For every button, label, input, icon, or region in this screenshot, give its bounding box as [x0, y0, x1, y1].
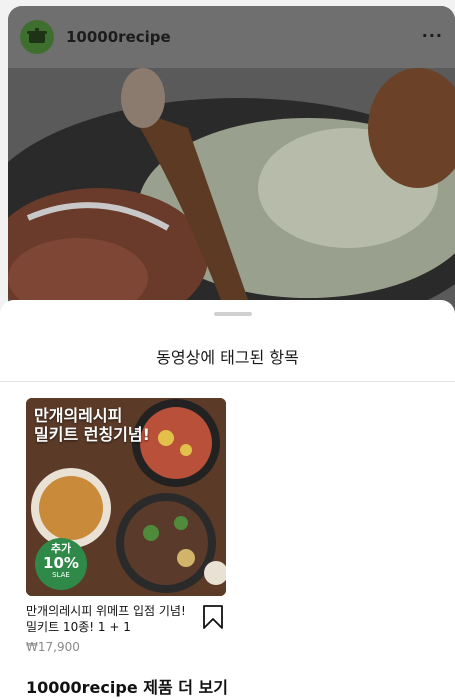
tagged-product[interactable]: 만개의레시피 밀키트 런칭기념! 추가 10% SLAE 만개의레시피 위메프 … [26, 398, 226, 654]
more-options-icon[interactable]: ··· [422, 26, 443, 45]
bookmark-icon[interactable] [201, 604, 225, 630]
promo-overlay-text: 만개의레시피 밀키트 런칭기념! [34, 406, 150, 444]
product-title[interactable]: 만개의레시피 위메프 입점 기념! 밀키트 10종! 1 + 1 [26, 603, 194, 635]
post-video[interactable] [8, 68, 455, 328]
discount-badge: 추가 10% SLAE [35, 538, 87, 590]
badge-line-3: SLAE [52, 571, 70, 579]
sheet-title: 동영상에 태그된 항목 [156, 348, 299, 367]
promo-line-2: 밀키트 런칭기념! [34, 425, 150, 444]
divider [0, 381, 455, 382]
product-price: ₩17,900 [26, 640, 80, 654]
promo-line-1: 만개의레시피 [34, 406, 123, 425]
pot-icon [27, 28, 47, 43]
post-header: 10000recipe ··· [8, 6, 455, 68]
tagged-items-sheet: 동영상에 태그된 항목 만개의레시피 밀키트 런칭기념! 추가 10% SLAE… [0, 300, 455, 699]
badge-line-2: 10% [43, 554, 79, 572]
account-name[interactable]: 10000recipe [66, 28, 171, 46]
video-frame-image [8, 68, 455, 328]
sheet-drag-handle[interactable] [214, 312, 252, 316]
product-image[interactable]: 만개의레시피 밀키트 런칭기념! 추가 10% SLAE [26, 398, 226, 596]
account-avatar[interactable] [20, 20, 54, 54]
more-products-link[interactable]: 10000recipe 제품 더 보기 [26, 674, 228, 698]
